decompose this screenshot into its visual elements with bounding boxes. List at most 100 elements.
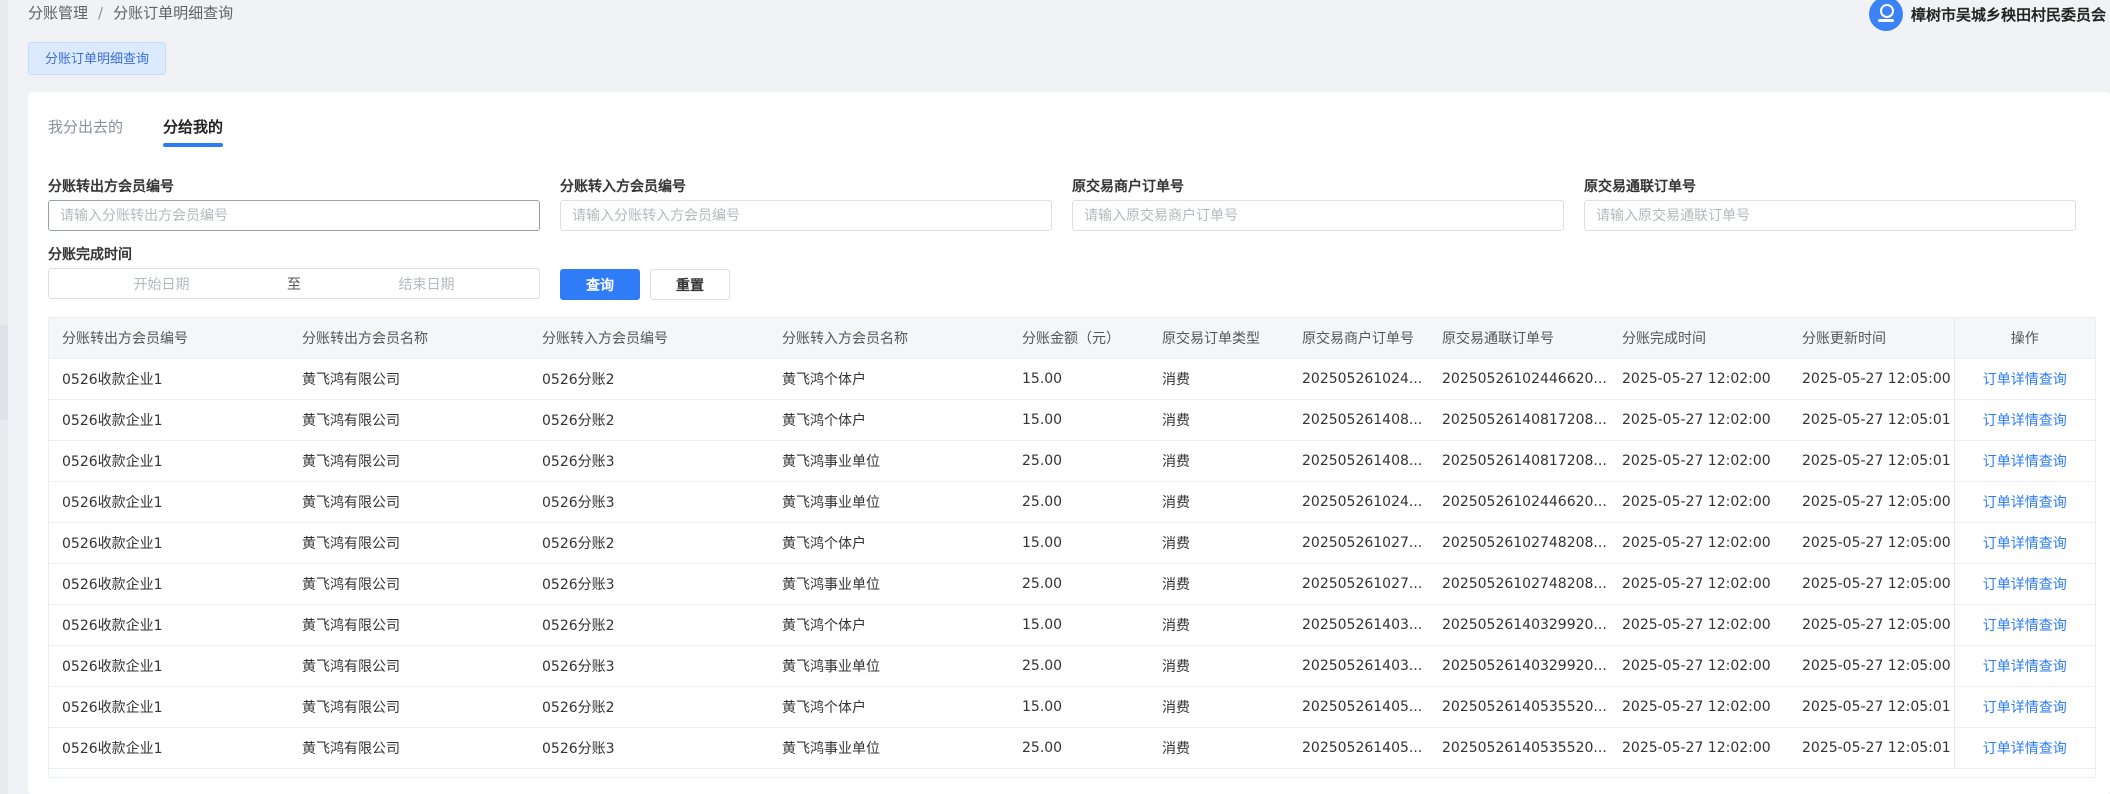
table-cell-col-in-member-no: 0526分账2 xyxy=(529,358,769,400)
table-row: 0526收款企业1 黄飞鸿有限公司 0526分账3 黄飞鸿事业单位 25.00 消费 202… xyxy=(49,440,2095,482)
order-detail-link[interactable]: 订单详情查询 xyxy=(1983,495,2067,511)
table-row: 0526收款企业1 黄飞鸿有限公司 0526分账2 黄飞鸿个体户 15.00 消费 2025… xyxy=(49,399,2095,441)
top-bar: 分账管理 / 分账订单明细查询 樟树市吴城乡秧田村民委员会 xyxy=(8,0,2110,31)
complete-time-range-picker[interactable]: 开始日期 至 结束日期 xyxy=(48,268,540,299)
table-header-row: 分账转出方会员编号 分账转出方会员名称 分账转入方会员编号 分账转入方会员名称 分账金额… xyxy=(49,318,2095,359)
table-cell-col-out-member-name: 黄飞鸿有限公司 xyxy=(289,645,529,687)
merchant-order-input[interactable] xyxy=(1072,200,1564,231)
table-cell-col-out-member-no: 0526收款企业1 xyxy=(49,481,289,523)
out-member-no-input[interactable] xyxy=(48,200,540,231)
table-cell-col-union-order: 20250526140817208... xyxy=(1429,440,1609,482)
table-cell-col-actions: 订单详情查询 xyxy=(1953,522,2095,564)
table-cell-col-in-member-name: 黄飞鸿事业单位 xyxy=(769,727,1009,769)
table-cell-col-in-member-no: 0526分账2 xyxy=(529,399,769,441)
order-detail-link[interactable]: 订单详情查询 xyxy=(1983,413,2067,429)
table-header-col-out-member-no: 分账转出方会员编号 xyxy=(49,318,289,359)
table-cell-col-merchant-order: 202505261408... xyxy=(1289,440,1429,482)
order-detail-link[interactable]: 订单详情查询 xyxy=(1983,577,2067,593)
order-detail-link[interactable]: 订单详情查询 xyxy=(1983,741,2067,757)
user-menu[interactable]: 樟树市吴城乡秧田村民委员会 xyxy=(1868,0,2106,31)
table-cell-col-union-order: 20250526140329920... xyxy=(1429,604,1609,646)
table-cell-col-merchant-order: 202505261405... xyxy=(1289,686,1429,728)
table-cell-col-actions: 订单详情查询 xyxy=(1953,727,2095,769)
union-order-label: 原交易通联订单号 xyxy=(1584,179,1696,195)
table-row: 0526收款企业1 黄飞鸿有限公司 0526分账3 黄飞鸿事业单位 25.00 消费 202… xyxy=(49,727,2095,769)
table-cell-col-order-type: 消费 xyxy=(1149,686,1289,728)
table-cell-col-order-type: 消费 xyxy=(1149,727,1289,769)
reset-button[interactable]: 重置 xyxy=(650,269,730,300)
table-cell-col-in-member-name: 黄飞鸿个体户 xyxy=(769,358,1009,400)
in-member-no-input[interactable] xyxy=(560,200,1052,231)
end-date-input[interactable]: 结束日期 xyxy=(314,274,539,294)
table-cell-col-complete-time: 2025-05-27 12:02:00 xyxy=(1609,604,1789,646)
union-order-input[interactable] xyxy=(1584,200,2076,231)
table-cell-col-order-type: 消费 xyxy=(1149,522,1289,564)
table-cell-col-amount: 25.00 xyxy=(1009,481,1149,523)
breadcrumb-separator: / xyxy=(98,3,104,22)
order-detail-link[interactable]: 订单详情查询 xyxy=(1983,618,2067,634)
table-cell-col-update-time: 2025-05-27 12:05:01 xyxy=(1789,686,1954,728)
table-cell-col-order-type: 消费 xyxy=(1149,563,1289,605)
table-cell-col-merchant-order: 202505261405... xyxy=(1289,727,1429,769)
table-cell-col-in-member-no: 0526分账3 xyxy=(529,481,769,523)
table-cell-col-in-member-name: 黄飞鸿个体户 xyxy=(769,604,1009,646)
start-date-input[interactable]: 开始日期 xyxy=(49,274,274,294)
table-cell-col-amount: 15.00 xyxy=(1009,686,1149,728)
order-detail-link[interactable]: 订单详情查询 xyxy=(1983,372,2067,388)
table-cell-col-amount: 15.00 xyxy=(1009,522,1149,564)
table-cell-col-complete-time: 2025-05-27 12:02:00 xyxy=(1609,727,1789,769)
table-cell-col-union-order: 20250526140329920... xyxy=(1429,645,1609,687)
breadcrumb-parent[interactable]: 分账管理 xyxy=(28,2,88,23)
table-cell-col-in-member-name: 黄飞鸿事业单位 xyxy=(769,563,1009,605)
table-cell-col-merchant-order: 202505261408... xyxy=(1289,399,1429,441)
table-cell-col-out-member-name: 黄飞鸿有限公司 xyxy=(289,481,529,523)
table-cell-col-union-order: 20250526102748208... xyxy=(1429,563,1609,605)
table-cell-col-actions: 订单详情查询 xyxy=(1953,563,2095,605)
table-cell-col-complete-time: 2025-05-27 12:02:00 xyxy=(1609,563,1789,605)
table-cell-col-update-time: 2025-05-27 12:05:01 xyxy=(1789,440,1954,482)
query-button[interactable]: 查询 xyxy=(560,269,640,300)
table-header-col-amount: 分账金额（元） xyxy=(1009,318,1149,359)
table-header-col-merchant-order: 原交易商户订单号 xyxy=(1289,318,1429,359)
table-cell-col-merchant-order: 202505261027... xyxy=(1289,522,1429,564)
avatar-user-icon[interactable] xyxy=(1868,0,1903,31)
table-header-col-in-member-name: 分账转入方会员名称 xyxy=(769,318,1009,359)
tab-my-outgoing[interactable]: 我分出去的 xyxy=(48,116,123,147)
table-cell-col-union-order: 20250526102446620... xyxy=(1429,481,1609,523)
breadcrumb: 分账管理 / 分账订单明细查询 xyxy=(28,2,233,23)
table-cell-col-complete-time: 2025-05-27 12:02:00 xyxy=(1609,399,1789,441)
table-cell-col-update-time: 2025-05-27 12:05:00 xyxy=(1789,604,1954,646)
date-range-separator: 至 xyxy=(287,276,301,293)
tab-bar: 我分出去的 分给我的 xyxy=(48,116,224,147)
table-cell-col-out-member-name: 黄飞鸿有限公司 xyxy=(289,358,529,400)
tab-to-me[interactable]: 分给我的 xyxy=(163,116,224,147)
table-cell-col-in-member-no: 0526分账3 xyxy=(529,645,769,687)
user-name[interactable]: 樟树市吴城乡秧田村民委员会 xyxy=(1911,4,2106,25)
order-detail-link[interactable]: 订单详情查询 xyxy=(1983,536,2067,552)
table-cell-col-out-member-name: 黄飞鸿有限公司 xyxy=(289,604,529,646)
table-cell-col-complete-time: 2025-05-27 12:02:00 xyxy=(1609,645,1789,687)
order-detail-link[interactable]: 订单详情查询 xyxy=(1983,659,2067,675)
merchant-order-label: 原交易商户订单号 xyxy=(1072,179,1184,195)
table-cell-col-amount: 15.00 xyxy=(1009,604,1149,646)
table-header-col-out-member-name: 分账转出方会员名称 xyxy=(289,318,529,359)
order-detail-link[interactable]: 订单详情查询 xyxy=(1983,454,2067,470)
order-detail-link[interactable]: 订单详情查询 xyxy=(1983,700,2067,716)
table-cell-col-in-member-no: 0526分账2 xyxy=(529,522,769,564)
table-cell-col-out-member-no: 0526收款企业1 xyxy=(49,440,289,482)
table-cell-col-complete-time: 2025-05-27 12:02:00 xyxy=(1609,440,1789,482)
table-cell-col-out-member-no: 0526收款企业1 xyxy=(49,604,289,646)
table-cell-col-merchant-order: 202505261024... xyxy=(1289,481,1429,523)
table-cell-col-amount: 25.00 xyxy=(1009,563,1149,605)
table-cell-col-actions: 订单详情查询 xyxy=(1953,686,2095,728)
table-cell-col-amount: 15.00 xyxy=(1009,399,1149,441)
table-row: 0526收款企业1 黄飞鸿有限公司 0526分账3 黄飞鸿事业单位 25.00 消费 202… xyxy=(49,563,2095,605)
table-cell-col-complete-time: 2025-05-27 12:02:00 xyxy=(1609,358,1789,400)
table-cell-col-in-member-no: 0526分账3 xyxy=(529,440,769,482)
table-cell-col-out-member-name: 黄飞鸿有限公司 xyxy=(289,399,529,441)
table-row: 0526收款企业1 黄飞鸿有限公司 0526分账2 黄飞鸿个体户 15.00 消费 2025… xyxy=(49,686,2095,728)
table-cell-col-complete-time: 2025-05-27 12:02:00 xyxy=(1609,522,1789,564)
table-cell-col-update-time: 2025-05-27 12:05:01 xyxy=(1789,399,1954,441)
table-cell-col-update-time: 2025-05-27 12:05:00 xyxy=(1789,563,1954,605)
page-tag-active[interactable]: 分账订单明细查询 xyxy=(28,42,167,75)
